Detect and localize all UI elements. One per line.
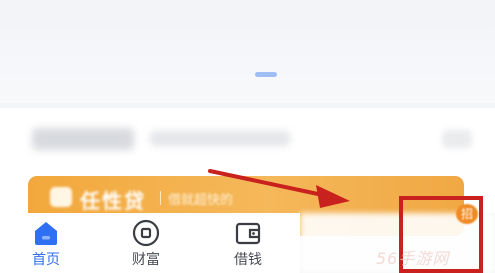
watermark: 56手游网 [376,249,450,268]
